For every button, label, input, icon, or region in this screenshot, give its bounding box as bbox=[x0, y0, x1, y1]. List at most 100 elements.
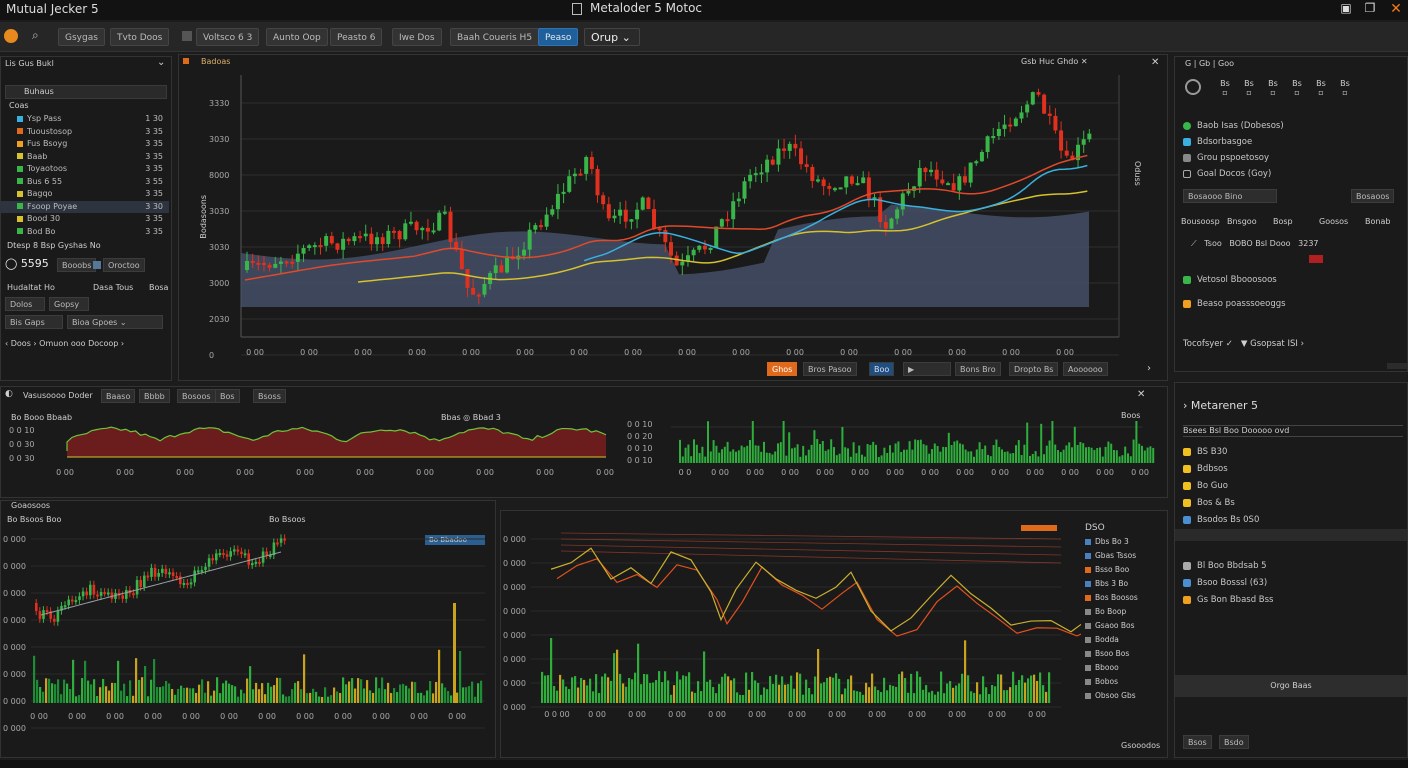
table-header-cell[interactable]: Bonab bbox=[1365, 217, 1390, 226]
toolbar-icon[interactable]: Bs ▫ bbox=[1215, 79, 1235, 97]
control-2[interactable]: Bioa Gpoes ⌄ bbox=[67, 315, 163, 329]
bottom-left-chart[interactable]: 0 0000 0000 0000 0000 0000 0000 0000 000… bbox=[1, 523, 495, 755]
toolbar-icon[interactable]: Bs ▫ bbox=[1239, 79, 1259, 97]
toolbar-icon[interactable]: Bs ▫ bbox=[1311, 79, 1331, 97]
search-icon[interactable]: ⌕ bbox=[32, 28, 39, 43]
metatrader-footer-button[interactable]: Orgo Baas bbox=[1175, 675, 1407, 697]
chevron-down-icon[interactable]: ⌄ bbox=[157, 57, 165, 68]
metatrader-item[interactable]: Bo Guo bbox=[1183, 479, 1228, 493]
toolbar-button-7[interactable]: Baah Coueris H5 bbox=[450, 28, 540, 46]
bottom-mid-chart[interactable]: 0 0000 0000 0000 0000 0000 0000 0000 000… bbox=[501, 519, 1081, 755]
toolbar-icon[interactable]: Bs ▫ bbox=[1335, 79, 1355, 97]
globe-icon[interactable] bbox=[1185, 79, 1201, 95]
symbol-row[interactable]: Ysp Pass 1 30 bbox=[1, 113, 169, 125]
chevron-right-icon[interactable]: › bbox=[1147, 363, 1151, 374]
symbol-search-input[interactable]: Buhaus bbox=[5, 85, 167, 99]
checkbox-icon[interactable] bbox=[182, 31, 192, 41]
toolbar-button-5[interactable]: Peasto 6 bbox=[330, 28, 383, 46]
toolbar-icon[interactable]: Bs ▫ bbox=[1263, 79, 1283, 97]
symbol-row[interactable]: Bood 30 3 35 bbox=[1, 213, 169, 225]
maximize-icon[interactable]: ❐ bbox=[1362, 1, 1378, 17]
nav-row-4[interactable]: Goal Docos (Goy) bbox=[1183, 167, 1271, 181]
nav-row-1[interactable]: Baob Isas (Dobesos) bbox=[1183, 119, 1284, 133]
terminal-tab[interactable]: Bsoss bbox=[253, 389, 286, 403]
side-list-item[interactable]: Bbooo bbox=[1085, 663, 1119, 672]
toolbar-button-6[interactable]: Iwe Dos bbox=[392, 28, 442, 46]
metatrader-list[interactable]: BS B30BdbsosBo GuoBos & BsBsodos Bs 0S0B… bbox=[1183, 445, 1407, 542]
side-list-item[interactable]: Bo Boop bbox=[1085, 607, 1126, 616]
filter-row[interactable]: Tocofsyer ✓ ▼ Gsopsat ISI › bbox=[1183, 339, 1304, 349]
side-list-item[interactable]: Bos Boosos bbox=[1085, 593, 1138, 602]
symbol-row[interactable]: Fus Bsoyg 3 35 bbox=[1, 138, 169, 150]
table-header-cell[interactable]: Bosp bbox=[1273, 217, 1293, 226]
tab-gopsy[interactable]: Gopsy bbox=[49, 297, 89, 311]
side-list-item[interactable]: Bsso Boo bbox=[1085, 565, 1129, 574]
play-button[interactable]: ▶ bbox=[903, 362, 951, 376]
oscillator-chart[interactable]: 0 0 10 0 0 30 0 0 30 0 00 0 00 0 00 0 00 0 00 0 … bbox=[1, 421, 621, 495]
side-list-item[interactable]: Bbs 3 Bo bbox=[1085, 579, 1128, 588]
tab-button-3[interactable]: Bosaoos bbox=[1351, 189, 1395, 203]
metatrader-item[interactable]: Gs Bon Bbasd Bss bbox=[1183, 593, 1274, 607]
table-row[interactable]: ⟋ Tsoo BOBO Bsl Dooo 3237 bbox=[1191, 239, 1319, 249]
symbol-row[interactable]: Toyaotoos 3 35 bbox=[1, 163, 169, 175]
main-price-chart[interactable]: 3330 3030 8000 3030 3030 3000 2030 0 0 00 0 00 0 0… bbox=[179, 55, 1167, 380]
terminal-tab[interactable]: Baaso bbox=[101, 389, 136, 403]
minimize-icon[interactable]: ▣ bbox=[1338, 1, 1354, 17]
toolbar-button-2[interactable]: Tvto Doos bbox=[110, 28, 170, 46]
toolbar-button-8[interactable]: Peaso bbox=[538, 28, 579, 46]
table-header-cell[interactable]: Bnsgoo bbox=[1227, 217, 1257, 226]
bottom-button-2[interactable]: Bsdo bbox=[1219, 735, 1249, 749]
metatrader-item[interactable]: Bdbsos bbox=[1183, 462, 1228, 476]
toolbar-icons-row[interactable]: Bs ▫ Bs ▫ Bs ▫ Bs ▫ Bs ▫ Bs ▫ bbox=[1215, 79, 1405, 99]
table-header-cell[interactable]: Goosos bbox=[1319, 217, 1348, 226]
side-list[interactable]: Dbs Bo 3 Gbas Tssos Bsso Boo Bbs 3 Bo Bos Bo… bbox=[1085, 537, 1165, 707]
chart-button-2[interactable]: Bros Pasoo bbox=[803, 362, 857, 376]
terminal-close-icon[interactable]: ✕ bbox=[1137, 389, 1145, 400]
bottom-button-1[interactable]: Bsos bbox=[1183, 735, 1212, 749]
side-list-item[interactable]: Obsoo Gbs bbox=[1085, 691, 1136, 700]
side-list-item[interactable]: Dbs Bo 3 bbox=[1085, 537, 1129, 546]
panel-tabs[interactable]: G | Gb | Goo bbox=[1185, 59, 1234, 68]
metatrader-item[interactable]: BS B30 bbox=[1183, 445, 1227, 459]
scroll-handle[interactable] bbox=[1387, 363, 1407, 369]
toolbar-button-4[interactable]: Aunto Oop bbox=[266, 28, 328, 46]
control-1[interactable]: Bis Gaps bbox=[5, 315, 63, 329]
toolbar-button-1[interactable]: Gsygas bbox=[58, 28, 105, 46]
metatrader-item[interactable]: Bsodos Bs 0S0 bbox=[1183, 513, 1259, 527]
table-header-cell[interactable]: Bousoosp bbox=[1181, 217, 1220, 226]
side-list-item[interactable]: Bsoo Bos bbox=[1085, 649, 1129, 658]
chart-button-6[interactable]: Aoooooo bbox=[1063, 362, 1108, 376]
side-list-item[interactable]: Bodda bbox=[1085, 635, 1119, 644]
chart-button-4[interactable]: Bons Bro bbox=[955, 362, 1001, 376]
chart-button-3[interactable]: Boo bbox=[869, 362, 895, 376]
tab-dolos[interactable]: Dolos bbox=[5, 297, 45, 311]
volume-chart[interactable]: 0 0 10 0 0 20 0 0 10 0 0 10 0 0 0 00 0 00 0 00 0… bbox=[623, 421, 1163, 495]
metatrader-item[interactable]: Bl Boo Bbdsab 5 bbox=[1183, 559, 1267, 573]
symbol-row[interactable]: Bus 6 55 3 55 bbox=[1, 176, 169, 188]
metatrader-list-2[interactable]: Bl Boo Bbdsab 5 Bsoo Bosssl (63) Gs Bon Bb… bbox=[1183, 559, 1407, 609]
nav-row-2[interactable]: Bdsorbasgoe bbox=[1183, 135, 1252, 149]
terminal-tab[interactable]: Bosoos bbox=[177, 389, 216, 403]
toolbar-button-3[interactable]: Voltsco 6 3 bbox=[196, 28, 260, 46]
terminal-tab[interactable]: Bbbb bbox=[139, 389, 170, 403]
mini-button-2[interactable]: Oroctoo bbox=[103, 258, 145, 272]
symbol-row[interactable]: Bagqo 3 35 bbox=[1, 188, 169, 200]
nav-row[interactable]: ‹ Doos › Omuon ooo Docoop › bbox=[5, 339, 124, 348]
chart-button-5[interactable]: Dropto Bs bbox=[1009, 362, 1059, 376]
tab-button-1[interactable]: Bosaooo Bino bbox=[1183, 189, 1277, 203]
symbol-row[interactable]: Bod Bo 3 35 bbox=[1, 226, 169, 238]
terminal-tabs[interactable]: Baaso Bbbb Bosoos Bos Bsoss bbox=[101, 389, 361, 403]
mini-button-1[interactable]: Booobs bbox=[57, 258, 97, 272]
symbol-row[interactable]: Tuoustosop 3 35 bbox=[1, 126, 169, 138]
side-list-item[interactable]: Gsaoo Bos bbox=[1085, 621, 1135, 630]
side-list-item[interactable]: Bobos bbox=[1085, 677, 1118, 686]
metatrader-sub[interactable]: Bsees Bsl Boo Dooooo ovd bbox=[1183, 425, 1403, 437]
symbol-row[interactable]: Baab 3 35 bbox=[1, 151, 169, 163]
toolbar-icon[interactable]: Bs ▫ bbox=[1287, 79, 1307, 97]
nav-row-3[interactable]: Grou pspoetosoy bbox=[1183, 151, 1269, 165]
terminal-tab[interactable]: Bos bbox=[215, 389, 240, 403]
metatrader-item[interactable]: Bos & Bs bbox=[1183, 496, 1235, 510]
side-list-item[interactable]: Gbas Tssos bbox=[1085, 551, 1136, 560]
metatrader-item[interactable]: Bsoo Bosssl (63) bbox=[1183, 576, 1267, 590]
chart-button-1[interactable]: Ghos bbox=[767, 362, 798, 376]
